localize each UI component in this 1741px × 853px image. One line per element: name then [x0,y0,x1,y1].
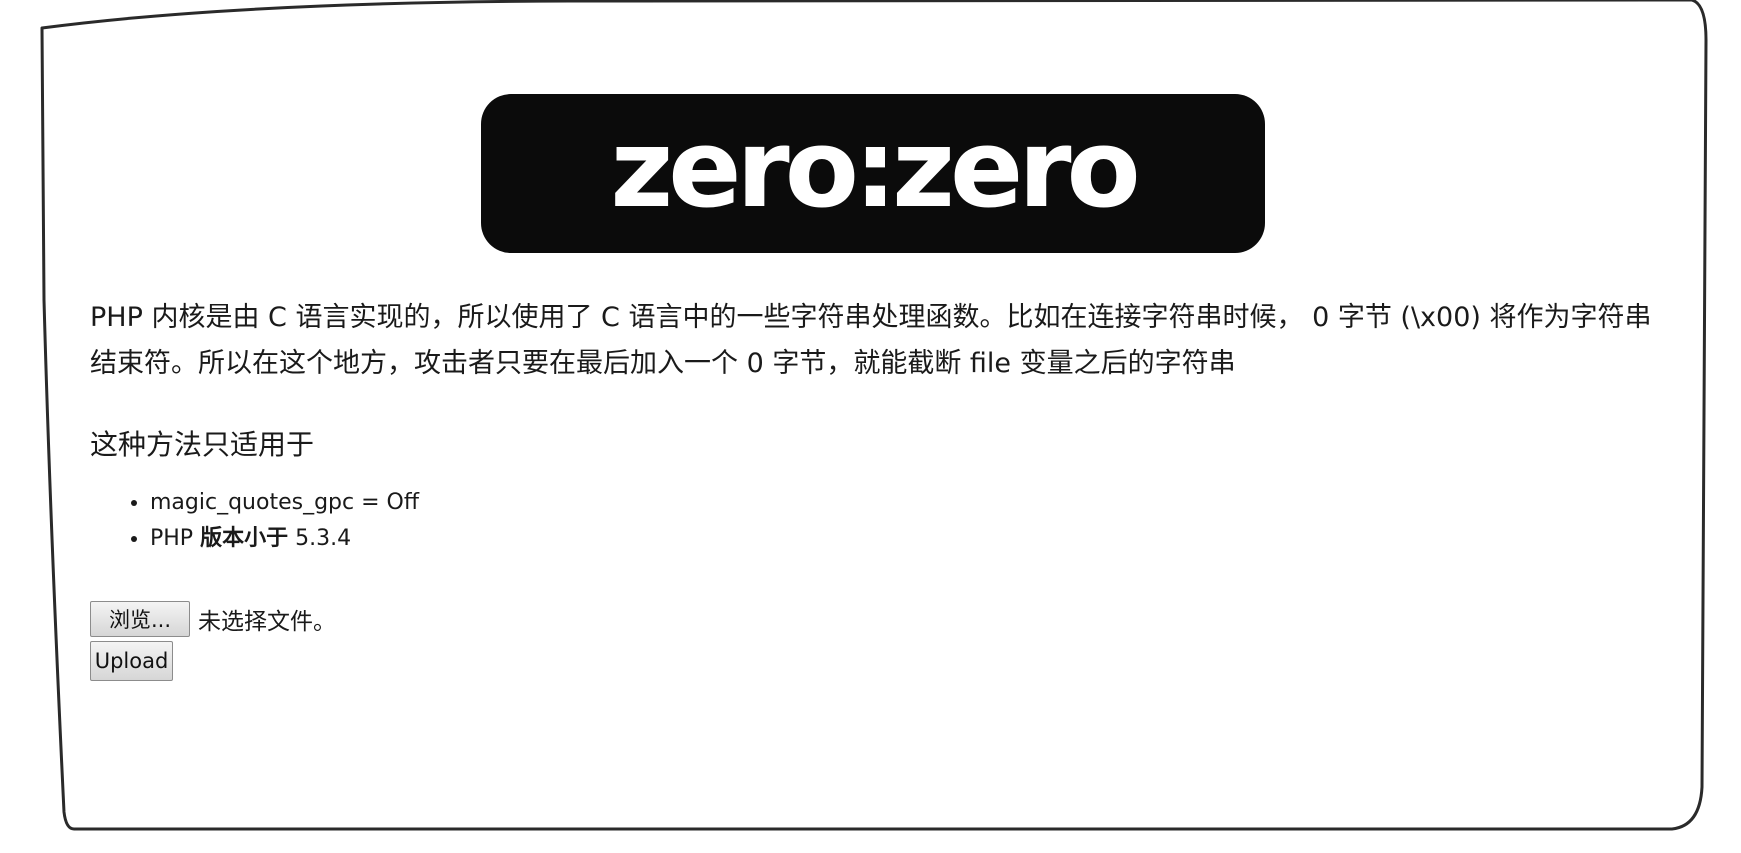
intro-paragraph: PHP 内核是由 C 语言实现的，所以使用了 C 语言中的一些字符串处理函数。比… [90,302,1652,379]
file-status-text: 未选择文件。 [198,609,336,635]
upload-button[interactable]: Upload [90,641,173,681]
upload-form: 浏览... 未选择文件。 Upload [90,601,1670,681]
requirement-php-prefix: PHP [150,526,201,551]
file-input-row: 浏览... 未选择文件。 [90,601,1670,637]
logo-text: zero:zero [610,106,1140,232]
browse-button[interactable]: 浏览... [90,601,190,637]
requirement-php-bold: 版本小于 [200,526,289,551]
requirements-list: magic_quotes_gpc = Off PHP 版本小于 5.3.4 [90,485,1670,557]
requirements-heading: 这种方法只适用于 [90,428,315,461]
requirement-php-version: 5.3.4 [288,526,352,551]
list-item: magic_quotes_gpc = Off [150,485,1670,521]
zero-zero-logo: zero:zero [481,94,1265,253]
main-content: zero:zero PHP 内核是由 C 语言实现的，所以使用了 C 语言中的一… [90,94,1670,681]
requirement-magic-quotes: magic_quotes_gpc = Off [150,490,419,515]
list-item: PHP 版本小于 5.3.4 [150,521,1670,557]
